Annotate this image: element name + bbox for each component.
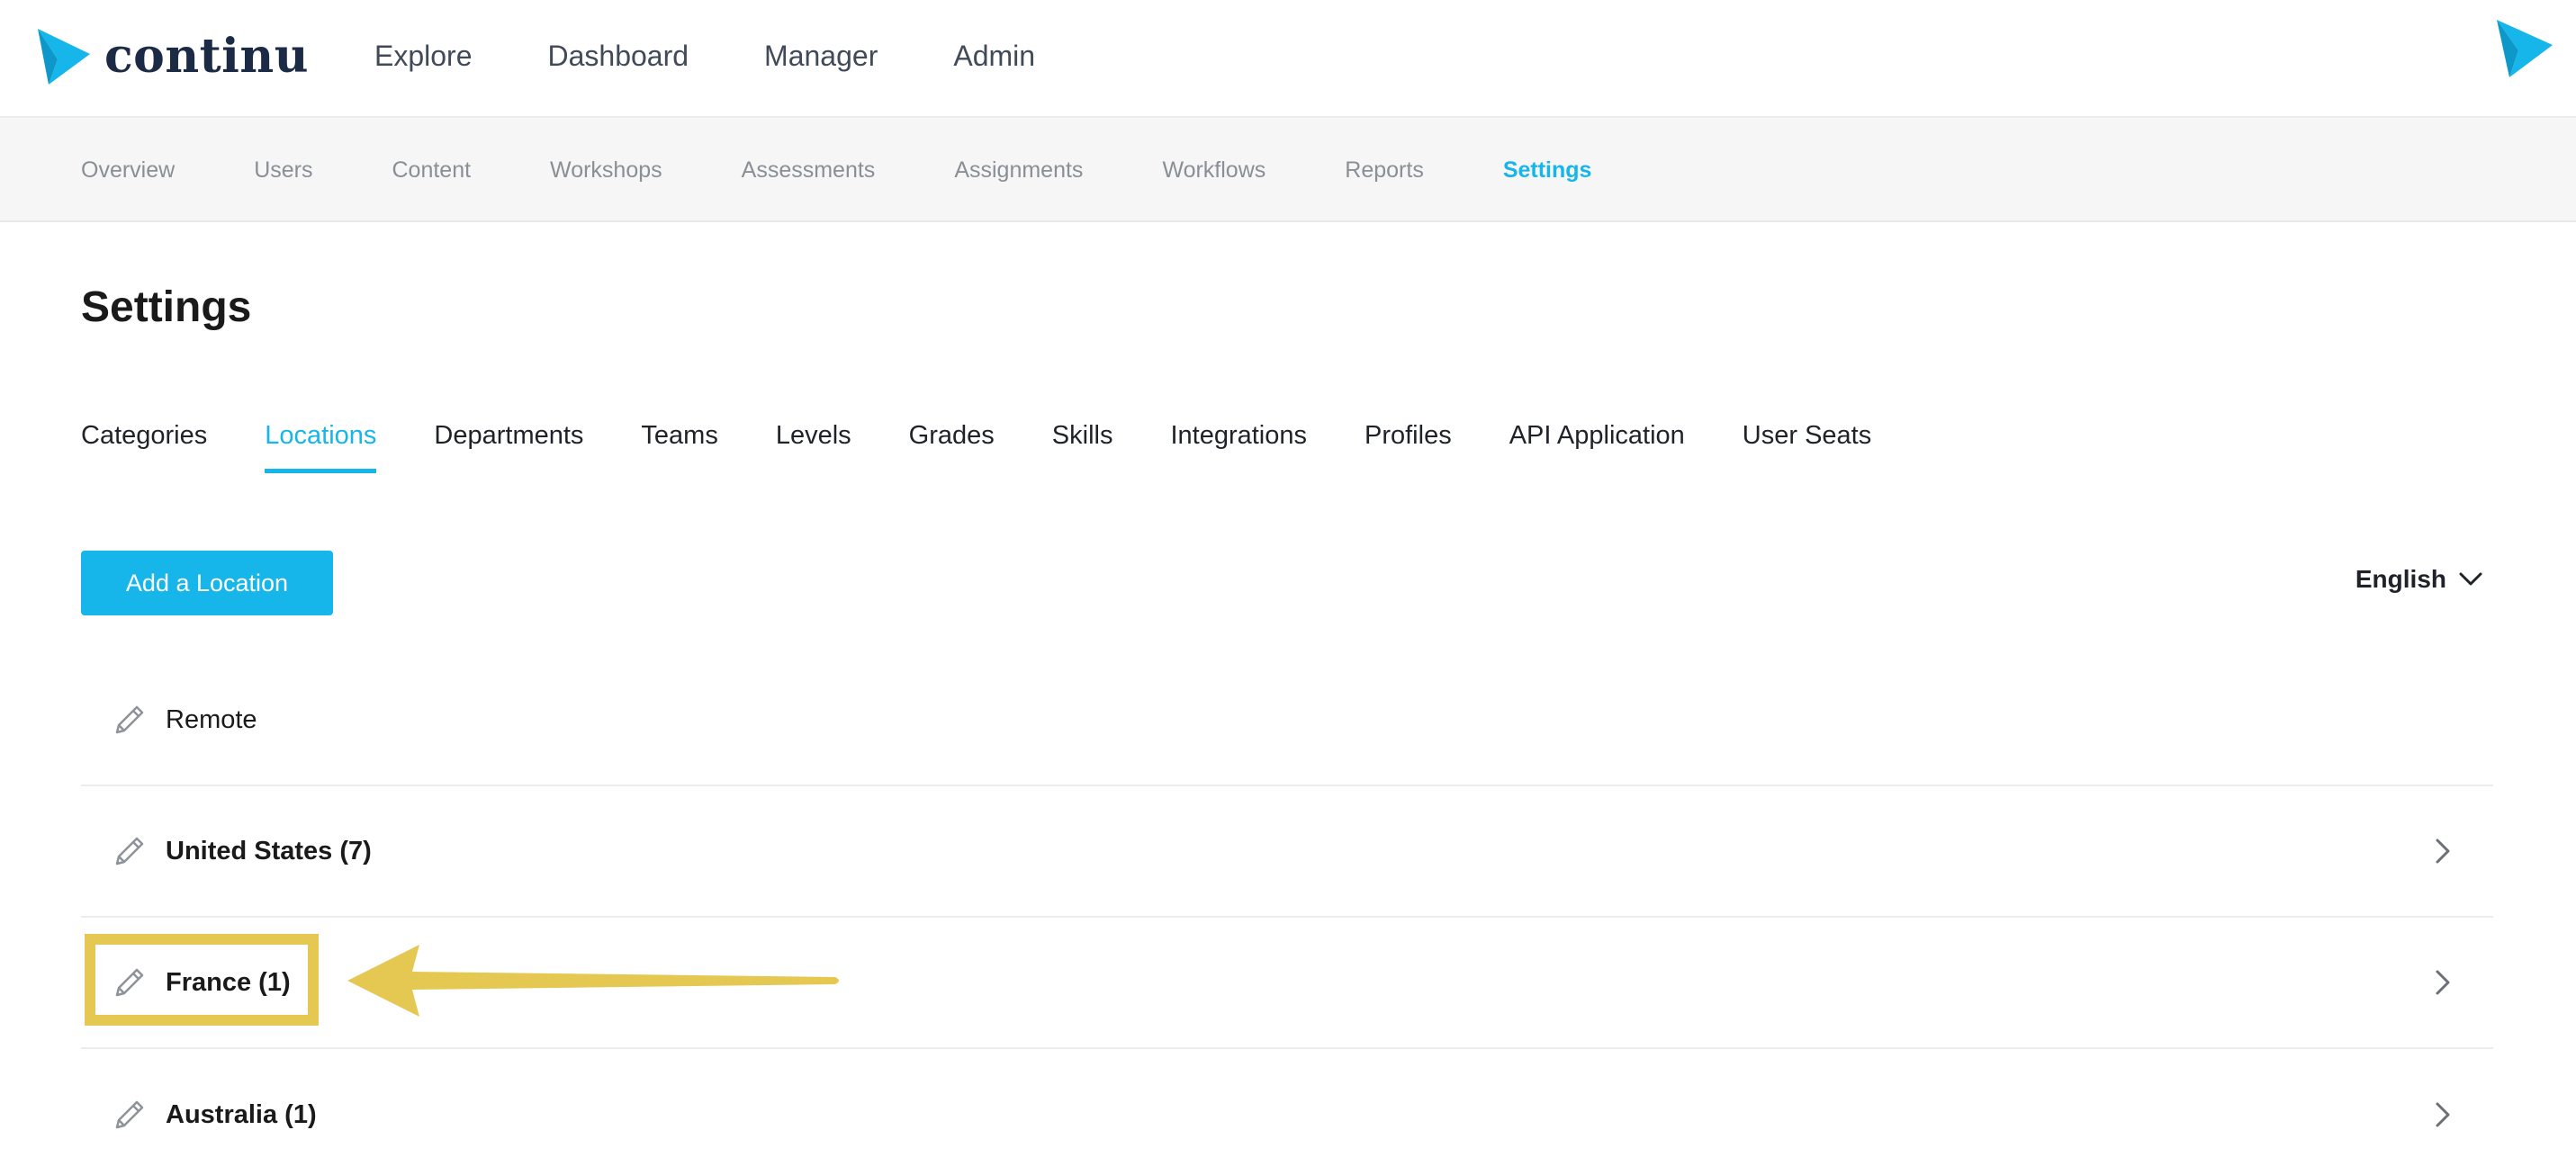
continu-corner-icon[interactable] — [2495, 18, 2554, 79]
chevron-right-icon[interactable] — [2434, 837, 2452, 866]
nav-dashboard[interactable]: Dashboard — [548, 36, 689, 76]
nav-explore[interactable]: Explore — [374, 36, 473, 76]
admin-subnav: Overview Users Content Workshops Assessm… — [0, 118, 2576, 222]
annotation-arrow-icon — [347, 945, 839, 1017]
pencil-icon[interactable] — [112, 702, 148, 738]
language-select[interactable]: English — [2355, 565, 2482, 594]
tab-grades[interactable]: Grades — [909, 416, 995, 473]
subnav-overview[interactable]: Overview — [81, 156, 175, 184]
tab-user-seats[interactable]: User Seats — [1743, 416, 1871, 473]
add-location-button[interactable]: Add a Location — [81, 551, 333, 615]
logo-wordmark: continu — [104, 29, 310, 84]
chevron-right-icon[interactable] — [2434, 968, 2452, 997]
subnav-assignments[interactable]: Assignments — [954, 156, 1083, 184]
tab-integrations[interactable]: Integrations — [1170, 416, 1307, 473]
locations-list: Remote United States (7) France (1) Aust… — [81, 655, 2493, 1166]
chevron-down-icon — [2459, 572, 2482, 586]
subnav-settings[interactable]: Settings — [1503, 156, 1592, 184]
location-name: Australia (1) — [166, 1100, 317, 1129]
tab-categories[interactable]: Categories — [81, 416, 207, 473]
subnav-workflows[interactable]: Workflows — [1162, 156, 1265, 184]
subnav-users[interactable]: Users — [254, 156, 312, 184]
subnav-content[interactable]: Content — [392, 156, 471, 184]
settings-tabs: Categories Locations Departments Teams L… — [81, 416, 1929, 473]
top-header: continu Explore Dashboard Manager Admin — [0, 0, 2576, 118]
tab-levels[interactable]: Levels — [776, 416, 851, 473]
nav-admin[interactable]: Admin — [953, 36, 1035, 76]
language-value: English — [2355, 565, 2446, 593]
subnav-assessments[interactable]: Assessments — [742, 156, 876, 184]
chevron-right-icon[interactable] — [2434, 1100, 2452, 1129]
continu-arrow-icon — [38, 29, 90, 85]
subnav-workshops[interactable]: Workshops — [550, 156, 662, 184]
location-row-united-states[interactable]: United States (7) — [81, 786, 2493, 918]
tab-teams[interactable]: Teams — [641, 416, 717, 473]
location-name: Remote — [166, 705, 257, 734]
continu-logo[interactable]: continu — [36, 27, 309, 86]
page-title: Settings — [81, 283, 252, 331]
subnav-reports[interactable]: Reports — [1345, 156, 1424, 184]
tab-profiles[interactable]: Profiles — [1365, 416, 1452, 473]
main-nav: Explore Dashboard Manager Admin — [374, 36, 1111, 76]
tab-api-application[interactable]: API Application — [1509, 416, 1685, 473]
location-row-australia[interactable]: Australia (1) — [81, 1049, 2493, 1166]
nav-manager[interactable]: Manager — [764, 36, 878, 76]
pencil-icon[interactable] — [112, 1097, 148, 1133]
tab-locations[interactable]: Locations — [265, 416, 377, 473]
pencil-icon[interactable] — [112, 833, 148, 869]
tab-skills[interactable]: Skills — [1052, 416, 1113, 473]
location-name: United States (7) — [166, 837, 372, 866]
location-row-remote[interactable]: Remote — [81, 655, 2493, 786]
tab-departments[interactable]: Departments — [434, 416, 583, 473]
annotation-highlight-box — [85, 934, 319, 1026]
